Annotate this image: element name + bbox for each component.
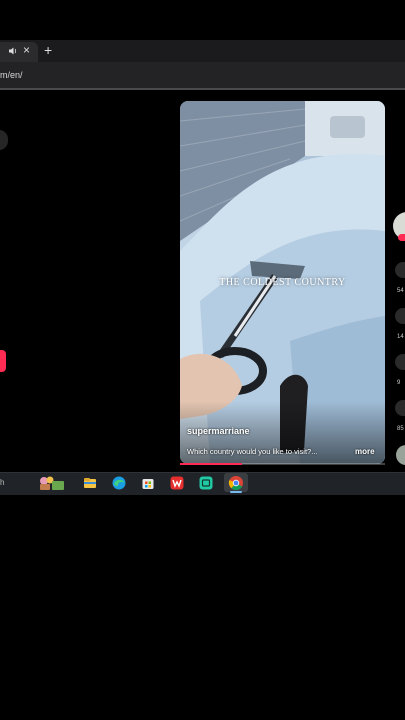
like-count: 54 [397, 288, 404, 294]
video-player[interactable]: THE COLDEST COUNTRY supermarriane Which … [180, 101, 385, 464]
active-app-indicator [230, 491, 242, 493]
url-text[interactable]: m/en/ [0, 70, 23, 81]
caption-more-link[interactable]: more [355, 447, 375, 456]
new-tab-button[interactable]: + [44, 42, 52, 58]
taskbar-search[interactable]: h [0, 478, 4, 487]
upload-button[interactable] [0, 350, 6, 372]
widgets-icon[interactable] [36, 475, 66, 491]
chrome-icon [228, 476, 243, 491]
video-overlay-text: THE COLDEST COUNTRY [219, 277, 346, 288]
wps-office-icon[interactable] [169, 475, 185, 491]
video-progress-fill [180, 463, 242, 465]
store-icon[interactable] [140, 475, 156, 491]
bookmark-count: 9 [397, 380, 401, 386]
browser-tab[interactable] [0, 42, 38, 62]
edge-icon[interactable] [111, 475, 127, 491]
follow-plus-icon[interactable] [398, 234, 405, 241]
like-icon[interactable] [395, 262, 405, 278]
address-bar[interactable] [0, 62, 405, 88]
tab-strip [0, 40, 405, 62]
comment-count: 14 [397, 334, 404, 340]
video-caption: Which country would you like to visit?..… [187, 447, 318, 456]
video-author[interactable]: supermarriane [187, 426, 250, 436]
speaker-icon[interactable] [8, 46, 18, 56]
share-count: 85 [397, 426, 404, 432]
bookmark-icon[interactable] [395, 354, 405, 370]
tab-close-icon[interactable]: × [23, 43, 30, 57]
teal-app-icon[interactable] [198, 475, 214, 491]
comment-icon[interactable] [395, 308, 405, 324]
file-explorer-icon[interactable] [82, 475, 98, 491]
share-icon[interactable] [395, 400, 405, 416]
